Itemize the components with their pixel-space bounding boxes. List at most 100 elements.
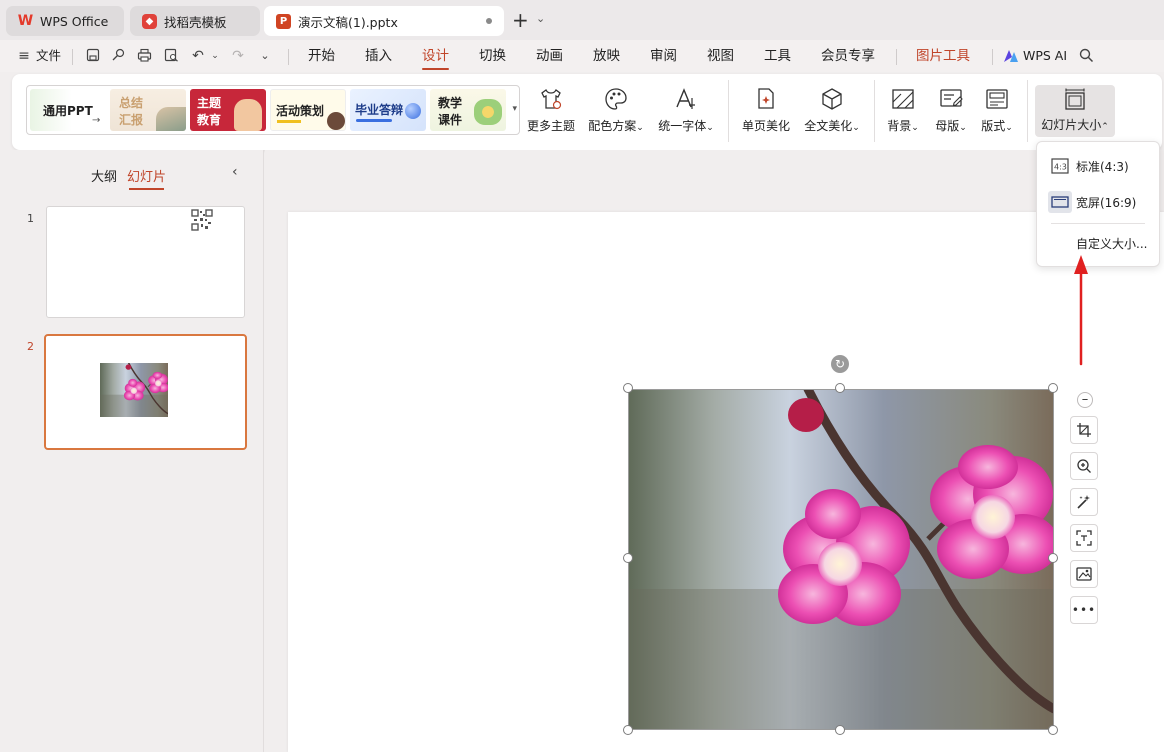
tab-label: 演示文稿(1).pptx <box>298 14 398 30</box>
menu-item-widescreen-16-9[interactable]: 宽屏(16:9) <box>1043 187 1155 217</box>
master-slide-icon <box>940 89 963 107</box>
tab-outline[interactable]: 大纲 <box>91 166 117 185</box>
divider <box>874 80 875 142</box>
search-icon[interactable] <box>1078 48 1094 64</box>
slide-size-button[interactable]: 幻灯片大小⌃ <box>1035 85 1115 137</box>
theme-thumb-education[interactable]: 主题 教育 <box>190 89 266 131</box>
resize-handle-top-right[interactable] <box>1048 383 1058 393</box>
theme-gallery: 通用PPT → 总结 汇报 主题 教育 活动策划 毕业答辩 教学 课件 ▾ <box>26 85 520 135</box>
menu-review[interactable]: 审阅 <box>650 40 677 72</box>
menu-item-custom-size[interactable]: 自定义大小... <box>1043 228 1155 258</box>
menu-item-label: 自定义大小... <box>1076 236 1148 251</box>
full-beautify-label: 全文美化⌄ <box>804 119 860 133</box>
unify-font-label: 统一字体⌄ <box>658 119 714 133</box>
more-chevron-down-icon[interactable]: ⌄ <box>257 48 273 64</box>
ratio-4-3-icon: 4:3 <box>1050 156 1070 176</box>
page-beautify-button[interactable]: 单页美化 <box>738 82 794 142</box>
docer-icon: ◆ <box>142 13 157 29</box>
landscape-decoration <box>156 107 186 131</box>
theme-thumb-teaching[interactable]: 教学 课件 <box>430 89 506 131</box>
chevron-down-icon[interactable]: ⌄ <box>536 12 545 25</box>
divider <box>896 49 897 65</box>
menu-item-standard-4-3[interactable]: 4:3 标准(4:3) <box>1043 151 1155 181</box>
menu-transition[interactable]: 切换 <box>479 40 506 72</box>
person-illustration <box>234 99 262 131</box>
master-button[interactable]: 母版⌄ <box>930 82 972 142</box>
image-edit-icon[interactable] <box>1070 560 1098 588</box>
more-options-icon[interactable]: ••• <box>1070 596 1098 624</box>
wps-ai-button[interactable]: WPS AI <box>1003 40 1067 72</box>
menu-slideshow[interactable]: 放映 <box>593 40 620 72</box>
font-icon <box>676 88 695 109</box>
ocr-scan-icon[interactable] <box>1070 524 1098 552</box>
plum-blossom-thumbnail <box>100 363 168 417</box>
more-themes-button[interactable]: 更多主题 <box>524 82 578 142</box>
illustration-dot <box>327 112 345 130</box>
unify-font-button[interactable]: 统一字体⌄ <box>654 82 718 142</box>
divider <box>728 80 729 142</box>
menu-picture-tools[interactable]: 图片工具 <box>916 40 970 72</box>
menu-member[interactable]: 会员专享 <box>821 40 875 72</box>
slide-size-label: 幻灯片大小⌃ <box>1041 118 1109 132</box>
hamburger-menu-icon[interactable]: ≡ <box>16 48 32 64</box>
layout-button[interactable]: 版式⌄ <box>976 82 1018 142</box>
theme-label: 总结 <box>119 96 144 110</box>
background-button[interactable]: 背景⌄ <box>882 82 924 142</box>
resize-handle-left[interactable] <box>623 553 633 563</box>
save-icon[interactable] <box>85 48 101 64</box>
print-preview-icon[interactable] <box>163 48 179 64</box>
collapse-panel-chevron-left-icon[interactable]: ‹ <box>232 164 238 180</box>
zoom-in-icon[interactable] <box>1070 452 1098 480</box>
print-icon[interactable] <box>136 48 152 64</box>
arrow-right-icon: → <box>92 115 101 126</box>
theme-label: 课件 <box>438 113 463 127</box>
resize-handle-right[interactable] <box>1048 553 1058 563</box>
shirt-icon <box>541 89 562 110</box>
theme-thumb-defense[interactable]: 毕业答辩 <box>350 89 426 131</box>
tab-wps-office[interactable]: W WPS Office <box>6 6 124 36</box>
menu-start[interactable]: 开始 <box>308 40 335 72</box>
menu-tools[interactable]: 工具 <box>764 40 791 72</box>
resize-handle-bottom-left[interactable] <box>623 725 633 735</box>
page-sparkle-icon <box>758 88 774 109</box>
full-beautify-button[interactable]: 全文美化⌄ <box>800 82 864 142</box>
rotate-handle-icon[interactable]: ↻ <box>831 355 849 373</box>
resize-handle-bottom[interactable] <box>835 725 845 735</box>
crop-icon[interactable] <box>1070 416 1098 444</box>
unsaved-dot-icon[interactable] <box>486 18 492 24</box>
magic-wand-icon[interactable] <box>1070 488 1098 516</box>
color-scheme-button[interactable]: 配色方案⌄ <box>584 82 648 142</box>
new-tab-plus-icon[interactable]: + <box>512 9 529 31</box>
tab-presentation-file[interactable]: P 演示文稿(1).pptx <box>264 6 504 36</box>
gallery-expand-icon[interactable]: ▾ <box>512 104 517 114</box>
title-tab-bar: W WPS Office ◆ 找稻壳模板 P 演示文稿(1).pptx + ⌄ <box>0 0 1164 40</box>
chevron-down-icon[interactable]: ⌄ <box>207 48 223 64</box>
resize-handle-bottom-right[interactable] <box>1048 725 1058 735</box>
collapse-toolbar-minus-icon[interactable]: – <box>1077 392 1093 408</box>
accent-bar <box>356 119 392 122</box>
layout-label: 版式⌄ <box>981 119 1013 133</box>
theme-thumb-event[interactable]: 活动策划 <box>270 89 346 131</box>
menu-item-label: 宽屏(16:9) <box>1076 195 1137 210</box>
undo-icon[interactable]: ↶ <box>190 48 206 64</box>
slide-thumbnail-1[interactable] <box>46 206 245 318</box>
format-painter-icon[interactable] <box>110 48 126 64</box>
menu-insert[interactable]: 插入 <box>365 40 392 72</box>
sphere-decoration <box>405 103 421 119</box>
theme-thumb-summary[interactable]: 总结 汇报 <box>110 89 186 131</box>
slide-size-icon <box>1065 88 1085 110</box>
menu-animation[interactable]: 动画 <box>536 40 563 72</box>
slide-thumbnail-2[interactable] <box>44 334 247 450</box>
flower-decoration <box>474 99 502 125</box>
theme-thumb-general[interactable]: 通用PPT → <box>30 89 106 131</box>
tab-slides[interactable]: 幻灯片 <box>127 166 166 190</box>
menu-item-label: 标准(4:3) <box>1076 159 1129 174</box>
resize-handle-top[interactable] <box>835 383 845 393</box>
menu-design[interactable]: 设计 <box>422 40 449 72</box>
background-icon <box>892 89 914 109</box>
menu-file[interactable]: 文件 <box>36 40 61 72</box>
divider <box>72 49 73 65</box>
resize-handle-top-left[interactable] <box>623 383 633 393</box>
tab-docer-templates[interactable]: ◆ 找稻壳模板 <box>130 6 260 36</box>
menu-view[interactable]: 视图 <box>707 40 734 72</box>
